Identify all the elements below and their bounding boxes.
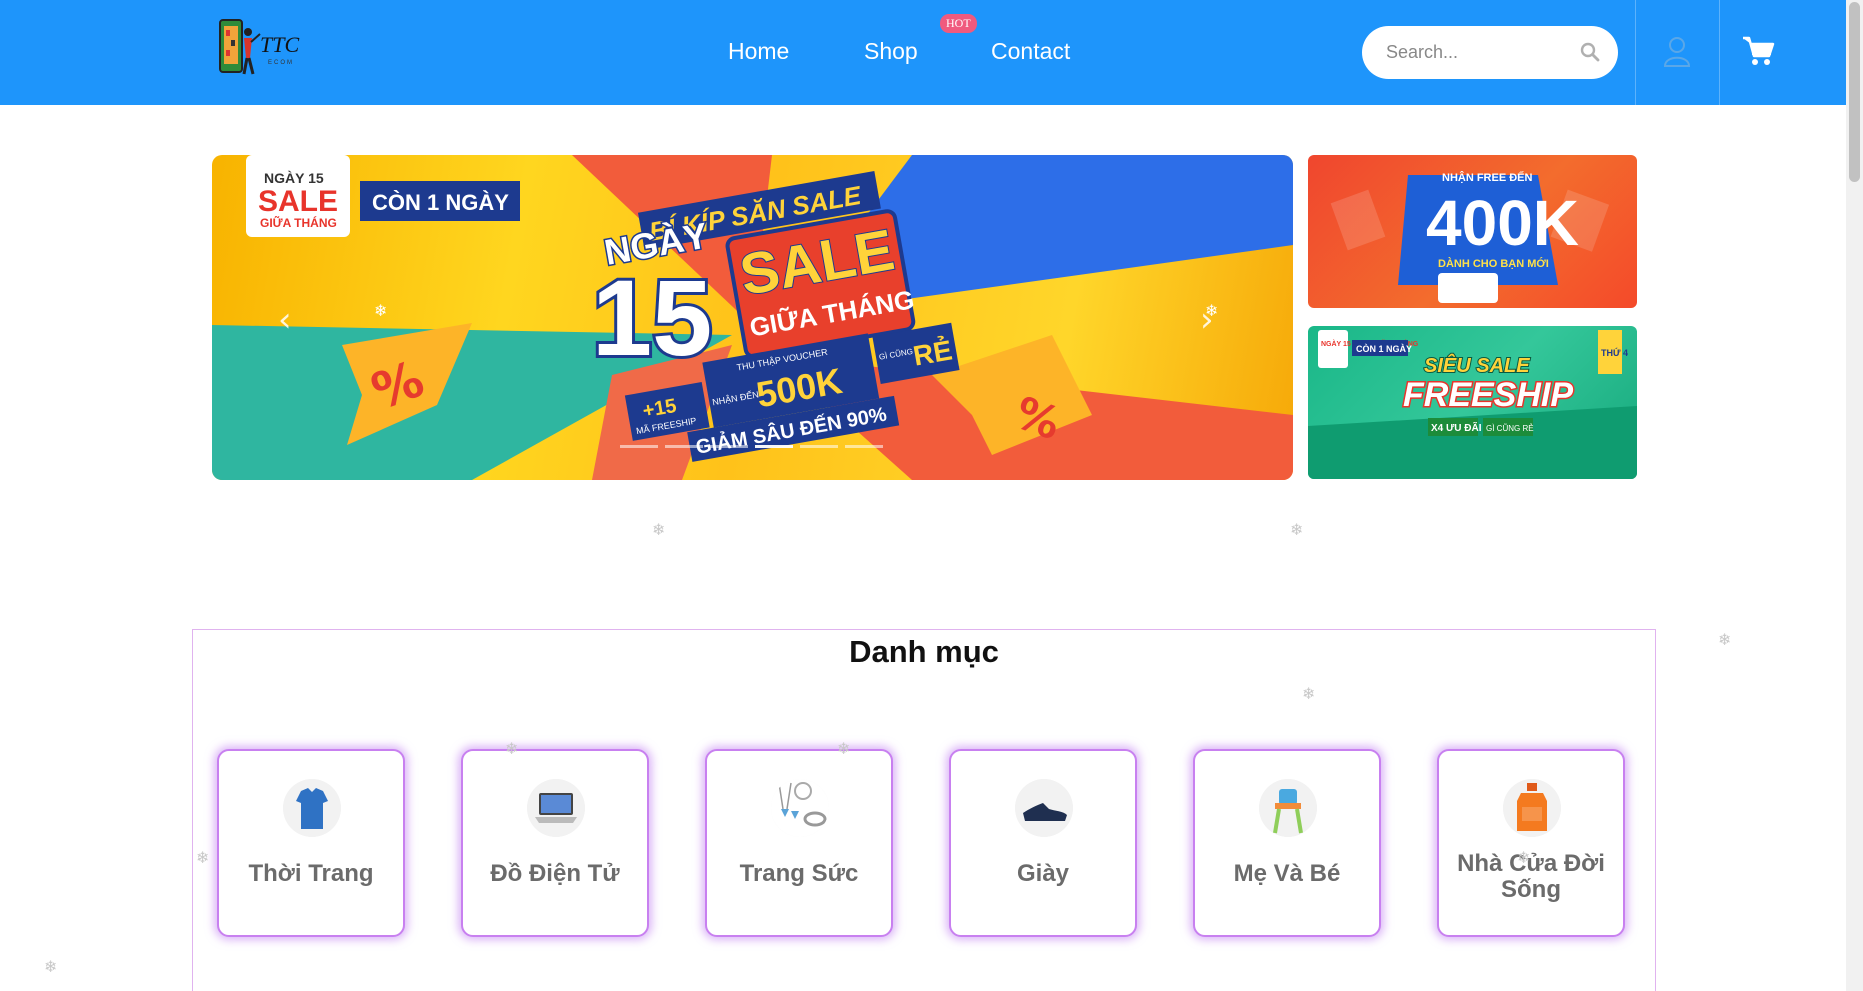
snowflake-icon: ❄ <box>505 739 519 758</box>
scrollbar-thumb[interactable] <box>1849 2 1860 182</box>
nav-shop-link[interactable]: Shop <box>864 38 918 65</box>
svg-text:THỨ 4: THỨ 4 <box>1601 347 1628 358</box>
snowflake-icon: ❄ <box>837 739 851 758</box>
carousel-indicator[interactable] <box>800 445 838 448</box>
svg-text:GÌ CŨNG RẺ: GÌ CŨNG RẺ <box>1486 424 1534 433</box>
carousel-prev-button[interactable]: ‹ <box>278 300 292 340</box>
svg-text:ECOM: ECOM <box>268 60 294 66</box>
search-box <box>1362 26 1618 79</box>
snowflake-icon: ❄ <box>1290 520 1304 539</box>
svg-text:CÒN 1 NGÀY: CÒN 1 NGÀY <box>372 190 509 215</box>
svg-text:NGÀY 15: NGÀY 15 <box>264 170 324 186</box>
snowflake-icon: ❄ <box>374 301 388 320</box>
search-input[interactable] <box>1386 26 1566 79</box>
category-name: Trang Sức <box>739 860 859 887</box>
svg-text:400K: 400K <box>1426 187 1579 259</box>
category-name: Nhà Cửa Đời Sống <box>1457 850 1605 903</box>
header-divider <box>1719 0 1720 105</box>
side-banner-freeship[interactable]: NGÀY 15 SALE GIỮA THÁNG CÒN 1 NGÀY SIÊU … <box>1308 326 1637 479</box>
carousel-indicator[interactable] <box>845 445 883 448</box>
hot-badge: HOT <box>940 14 977 33</box>
svg-text:DÀNH CHO BẠN MỚI: DÀNH CHO BẠN MỚI <box>1438 257 1549 270</box>
category-name: Thời Trang <box>248 860 374 887</box>
snowflake-icon: ❄ <box>1302 684 1316 703</box>
category-card-trang-suc[interactable]: Trang Sức <box>705 749 893 937</box>
svg-text:SIÊU SALE: SIÊU SALE <box>1424 353 1530 377</box>
snowflake-icon: ❄ <box>1517 848 1531 867</box>
svg-text:NHẬN FREE ĐẾN: NHẬN FREE ĐẾN <box>1442 171 1533 184</box>
carousel-indicator[interactable] <box>665 445 703 448</box>
carousel-indicator[interactable] <box>710 445 748 448</box>
shoe-icon <box>1015 779 1073 837</box>
category-name: Giày <box>1016 860 1070 887</box>
svg-text:CÒN 1 NGÀY: CÒN 1 NGÀY <box>1356 343 1412 354</box>
carousel-indicator[interactable] <box>755 445 793 448</box>
snowflake-icon: ❄ <box>196 848 210 867</box>
logo[interactable]: TTC ECOM <box>218 18 306 78</box>
category-card-do-dien-tu[interactable]: Đồ Điện Tử <box>461 749 649 937</box>
shirt-icon <box>283 779 341 837</box>
category-card-me-va-be[interactable]: Mẹ Và Bé <box>1193 749 1381 937</box>
svg-text:TTC: TTC <box>260 32 299 57</box>
category-card-giay[interactable]: Giày <box>949 749 1137 937</box>
svg-text:RẺ: RẺ <box>911 333 955 371</box>
snowflake-icon: ❄ <box>652 520 666 539</box>
svg-text:15: 15 <box>592 257 712 378</box>
nav-contact-link[interactable]: Contact <box>991 38 1070 65</box>
high-chair-icon <box>1259 779 1317 837</box>
user-icon[interactable] <box>1663 35 1691 67</box>
nav-home-link[interactable]: Home <box>728 38 789 65</box>
page-scrollbar[interactable] <box>1846 0 1863 991</box>
snowflake-icon: ❄ <box>44 957 58 976</box>
svg-text:GIỮA THÁNG: GIỮA THÁNG <box>260 215 337 230</box>
search-icon[interactable] <box>1580 42 1600 62</box>
jewelry-icon <box>771 779 829 837</box>
cart-icon[interactable] <box>1741 34 1775 68</box>
snowflake-icon: ❄ <box>1718 630 1732 649</box>
category-name: Mẹ Và Bé <box>1233 860 1341 887</box>
category-card-thoi-trang[interactable]: Thời Trang <box>217 749 405 937</box>
snowflake-icon: ❄ <box>1205 301 1219 320</box>
svg-text:SALE: SALE <box>258 185 338 218</box>
laptop-icon <box>527 779 585 837</box>
side-banner-new-user[interactable]: NHẬN FREE ĐẾN 400K DÀNH CHO BẠN MỚI <box>1308 155 1637 308</box>
header-divider <box>1635 0 1636 105</box>
category-card-nha-cua-doi-song[interactable]: Nhà Cửa Đời Sống <box>1437 749 1625 937</box>
category-name: Đồ Điện Tử <box>490 860 620 887</box>
detergent-bottle-icon <box>1503 779 1561 837</box>
carousel-indicator[interactable] <box>620 445 658 448</box>
svg-text:X4 ƯU ĐÃI: X4 ƯU ĐÃI <box>1431 421 1482 434</box>
category-section-title: Danh mục <box>849 634 999 669</box>
top-navbar: TTC ECOM Home Shop Contact HOT <box>0 0 1846 105</box>
svg-text:FREESHIP: FREESHIP <box>1403 376 1573 414</box>
